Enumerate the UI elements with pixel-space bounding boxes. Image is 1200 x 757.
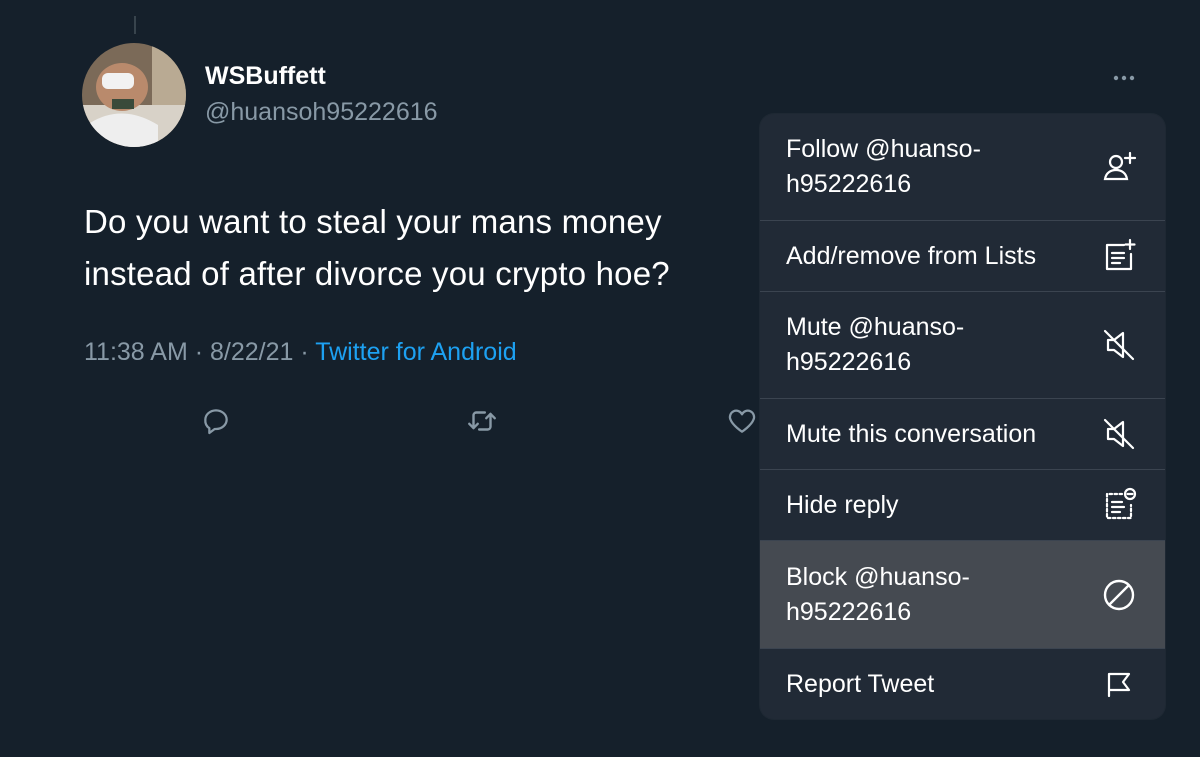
menu-item-label: Mute @huanso- h95222616	[786, 313, 965, 376]
tweet-text: Do you want to steal your mans money ins…	[84, 203, 670, 292]
tweet-options-menu: Follow @huanso- h95222616 Add/remove fro…	[760, 114, 1165, 719]
menu-item-label: Follow @huanso- h95222616	[786, 135, 981, 198]
avatar[interactable]	[82, 43, 186, 147]
follow-user-icon	[1099, 147, 1139, 187]
add-to-list-icon	[1099, 236, 1139, 276]
meta-separator: ·	[293, 338, 316, 366]
menu-item-hide-reply[interactable]: Hide reply	[760, 470, 1165, 540]
menu-item-block-user[interactable]: Block @huanso- h95222616	[760, 541, 1165, 648]
display-name[interactable]: WSBuffett	[205, 62, 326, 91]
retweet-icon	[468, 411, 496, 431]
menu-item-mute-user[interactable]: Mute @huanso- h95222616	[760, 292, 1165, 398]
menu-item-mute-conversation[interactable]: Mute this conversation	[760, 399, 1165, 469]
tweet-metadata: 11:38 AM · 8/22/21 · Twitter for Android	[84, 338, 517, 367]
tweet-time[interactable]: 11:38 AM	[84, 338, 188, 366]
menu-item-follow[interactable]: Follow @huanso- h95222616	[760, 114, 1165, 220]
mute-icon	[1099, 325, 1139, 365]
menu-item-label: Add/remove from Lists	[786, 241, 1037, 270]
flag-icon	[1099, 664, 1139, 704]
like-button[interactable]	[722, 403, 762, 439]
mute-icon	[1099, 414, 1139, 454]
meta-separator: ·	[187, 338, 210, 366]
retweet-button[interactable]	[462, 403, 502, 439]
user-avatar-photo-icon	[82, 43, 186, 147]
tweet-date[interactable]: 8/22/21	[210, 338, 293, 366]
reply-icon	[204, 409, 228, 435]
menu-item-label: Hide reply	[786, 490, 899, 519]
menu-item-report-tweet[interactable]: Report Tweet	[760, 649, 1165, 719]
reply-button[interactable]	[196, 403, 236, 439]
heart-icon	[728, 409, 756, 433]
more-horizontal-icon	[1113, 75, 1135, 81]
menu-item-label: Block @huanso- h95222616	[786, 562, 970, 626]
more-options-button[interactable]	[1104, 64, 1144, 92]
user-handle[interactable]: @huansoh95222616	[205, 98, 438, 127]
tweet-source-link[interactable]: Twitter for Android	[315, 338, 516, 366]
thread-connector-line	[134, 16, 136, 34]
menu-item-label: Report Tweet	[786, 669, 935, 698]
block-icon	[1099, 575, 1139, 615]
hide-reply-icon	[1099, 485, 1139, 525]
menu-item-add-remove-lists[interactable]: Add/remove from Lists	[760, 221, 1165, 291]
menu-item-label: Mute this conversation	[786, 419, 1037, 448]
